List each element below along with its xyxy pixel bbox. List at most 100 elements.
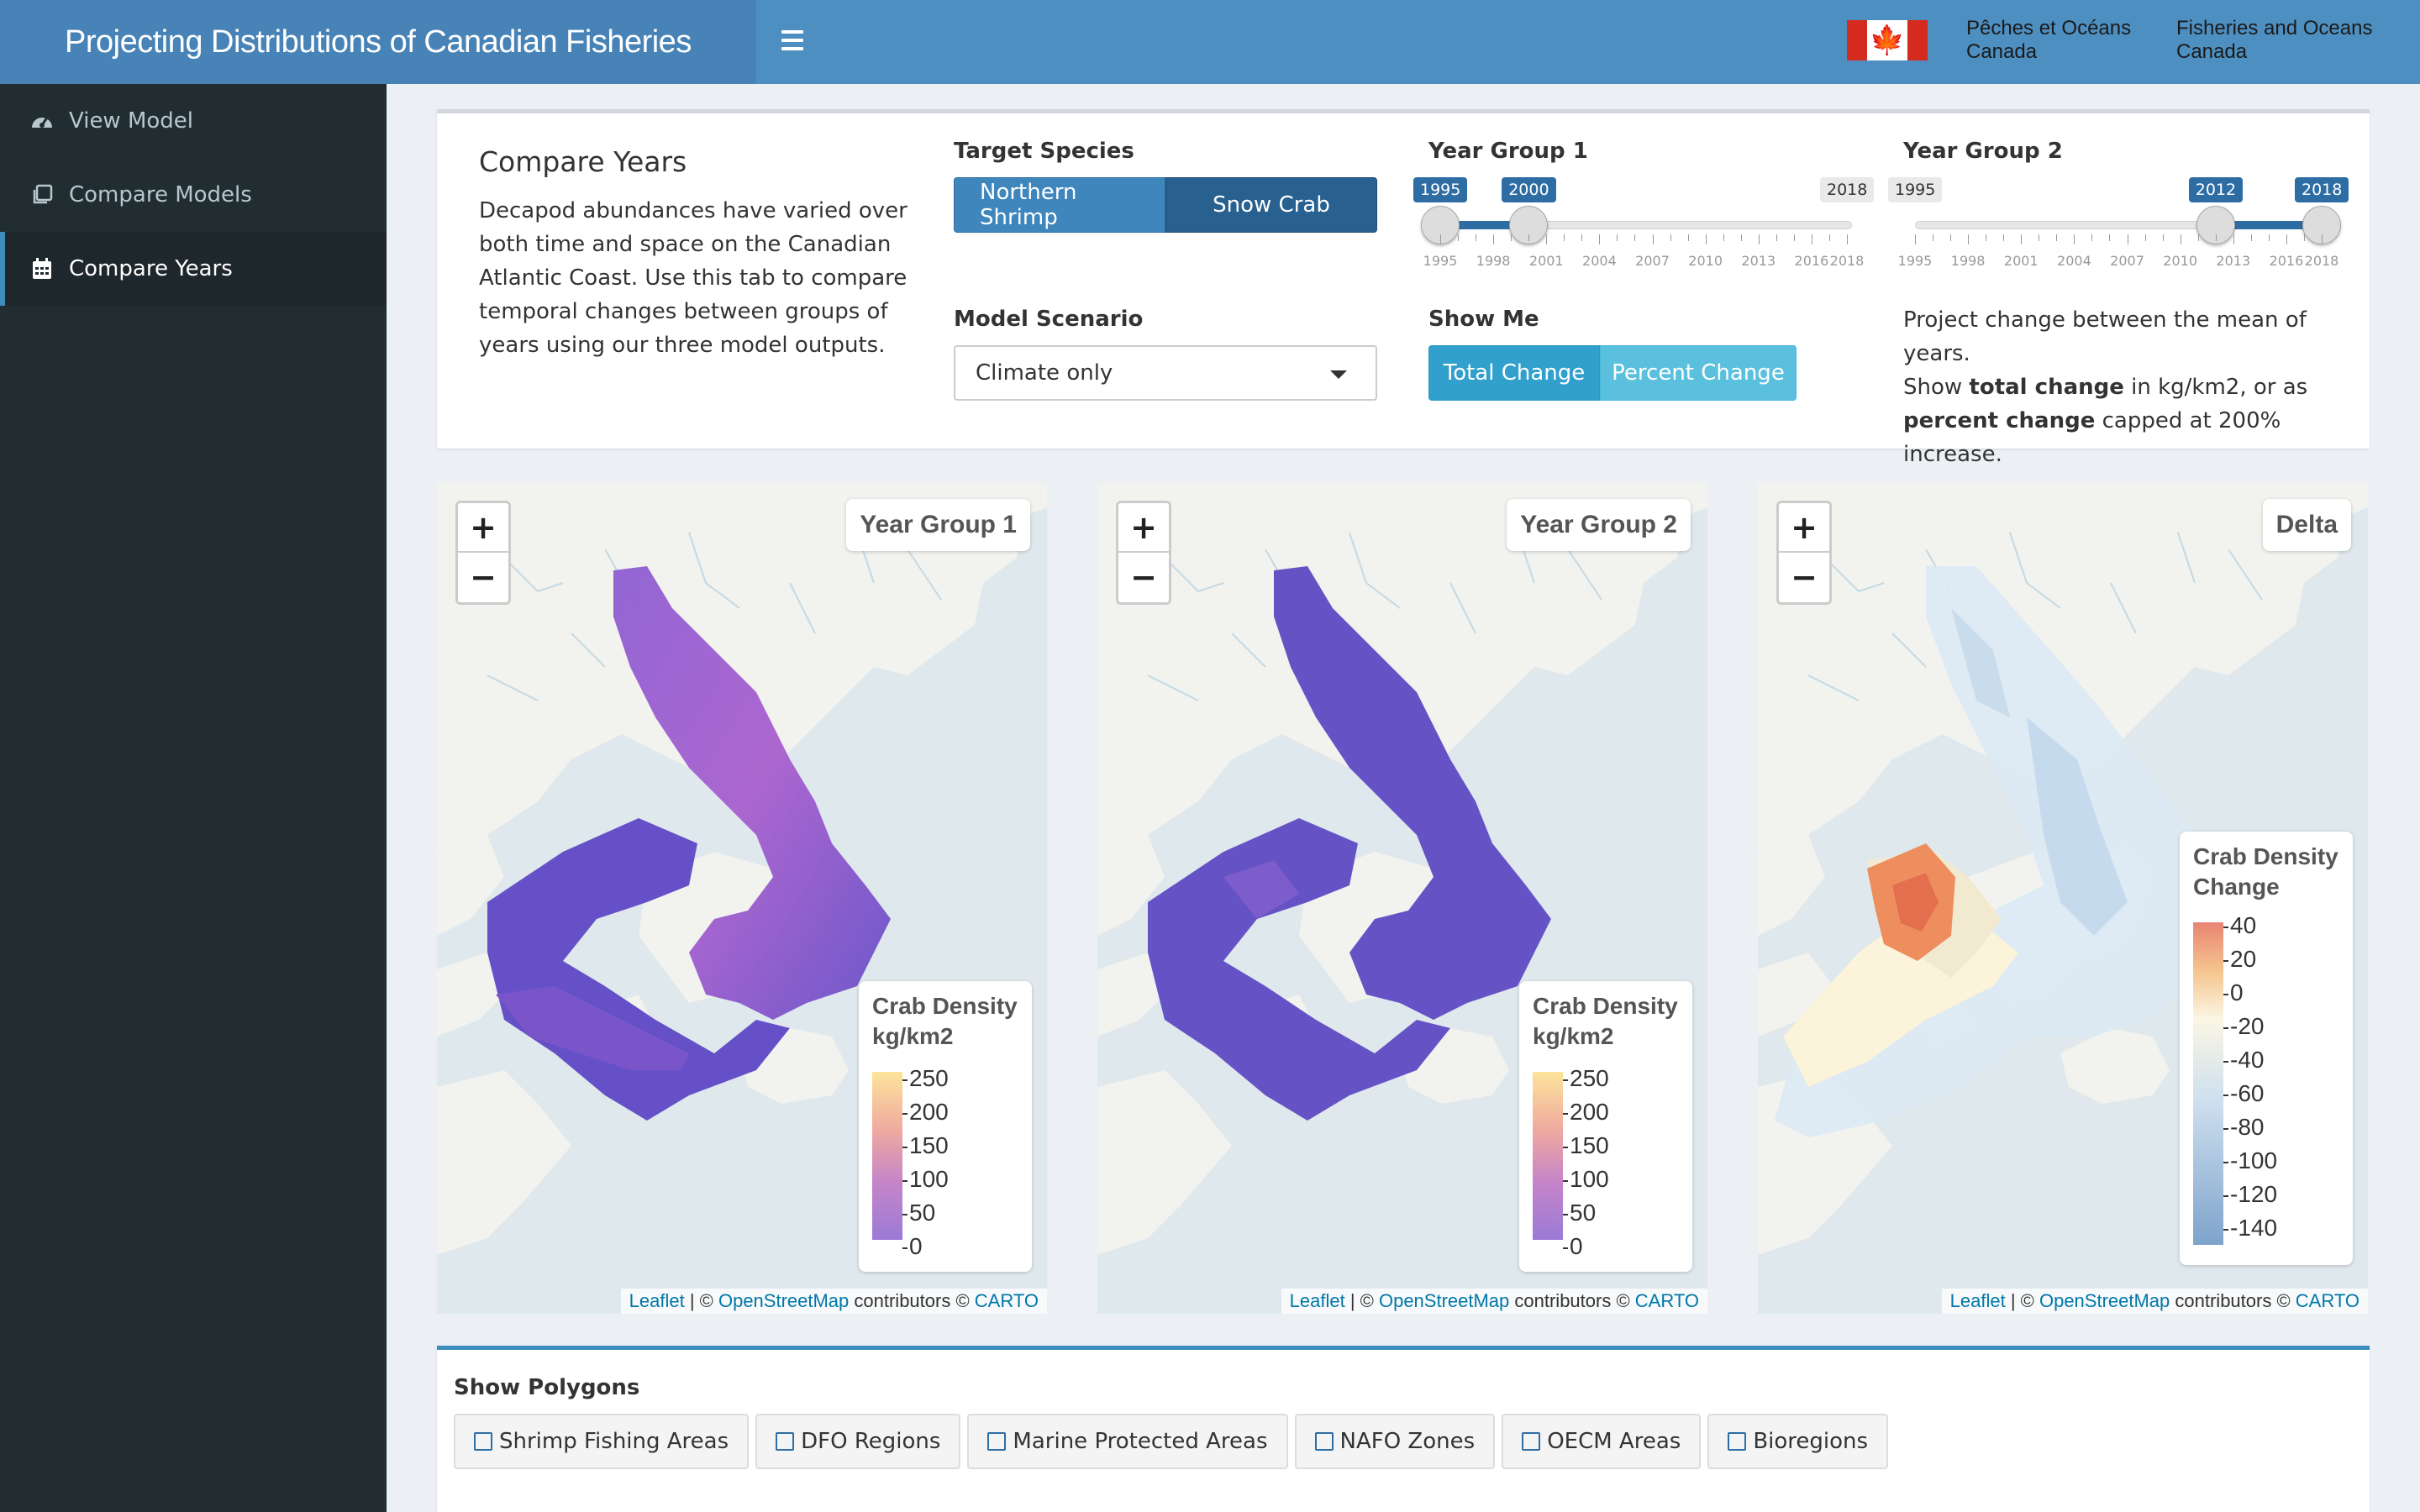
leaflet-link[interactable]: Leaflet (629, 1290, 685, 1311)
openstreetmap-link[interactable]: OpenStreetMap (718, 1290, 849, 1311)
polygon-option-shrimp-fishing-areas[interactable]: Shrimp Fishing Areas (454, 1414, 750, 1469)
map-attribution: Leaflet | © OpenStreetMap contributors ©… (1941, 1289, 2368, 1314)
polygon-option-label: Shrimp Fishing Areas (499, 1429, 729, 1454)
legend-label: 20 (2223, 946, 2256, 973)
map-delta[interactable]: + − Delta Crab Density Change 40 20 0 -20 -40… (1758, 482, 2368, 1314)
total-change-button[interactable]: Total Change (1428, 345, 1600, 401)
polygon-option-marine-protected-areas[interactable]: Marine Protected Areas (967, 1414, 1288, 1469)
model-scenario-value: Climate only (976, 360, 1113, 386)
legend-label: 150 (1563, 1132, 1609, 1159)
slider-tick-label: 2013 (2216, 253, 2251, 269)
polygon-option-oecm-areas[interactable]: OECM Areas (1502, 1414, 1702, 1469)
slider-tick-label: 2004 (2057, 253, 2091, 269)
slider-tick-label: 1998 (1476, 253, 1511, 269)
legend-label: 250 (902, 1065, 949, 1092)
year-group-2-slider[interactable]: 1995 2012 2018 1995 1998 2001 2004 2007 2010 2… (1888, 177, 2349, 278)
dfo-wordmark-en: Fisheries and Oceans Canada (2176, 17, 2373, 63)
year-group-1-label: Year Group 1 (1428, 139, 1588, 164)
slider-tick-label: 2016 (2269, 253, 2304, 269)
legend-label: -140 (2223, 1215, 2277, 1242)
snow-crab-button[interactable]: Snow Crab (1165, 177, 1377, 233)
legend-label: 200 (902, 1099, 949, 1126)
main-header: Projecting Distributions of Canadian Fis… (0, 0, 2420, 84)
map-year-group-2[interactable]: + − Year Group 2 Crab Density kg/km2 250 2… (1097, 482, 1707, 1314)
slider-max-label: 2018 (1820, 177, 1875, 202)
northern-shrimp-button[interactable]: Northern Shrimp (954, 177, 1165, 233)
zoom-out-button[interactable]: − (458, 553, 508, 602)
carto-link[interactable]: CARTO (2296, 1290, 2360, 1311)
sidebar-item-label: Compare Years (69, 256, 233, 281)
zoom-out-button[interactable]: − (1779, 553, 1829, 602)
legend-color-ramp (2193, 922, 2223, 1245)
slider-tick-label: 2018 (2304, 253, 2339, 269)
canada-flag-icon: 🍁 (1847, 20, 1928, 60)
year-group-2-label: Year Group 2 (1903, 139, 2063, 164)
sidebar-item-label: View Model (69, 108, 194, 134)
chevron-down-icon (1330, 370, 1347, 379)
zoom-in-button[interactable]: + (1779, 503, 1829, 553)
polygon-option-label: NAFO Zones (1339, 1429, 1476, 1454)
checkbox-icon[interactable] (987, 1432, 1007, 1451)
zoom-in-button[interactable]: + (458, 503, 508, 553)
map-legend: Crab Density kg/km2 250 200 150 100 50 0 (1519, 981, 1692, 1272)
openstreetmap-link[interactable]: OpenStreetMap (2039, 1290, 2170, 1311)
carto-link[interactable]: CARTO (1635, 1290, 1699, 1311)
slider-tick-label: 2018 (1829, 253, 1865, 269)
openstreetmap-link[interactable]: OpenStreetMap (1379, 1290, 1509, 1311)
legend-label: 100 (1563, 1166, 1609, 1193)
polygon-option-label: DFO Regions (801, 1429, 941, 1454)
checkbox-icon[interactable] (1728, 1432, 1747, 1451)
map-legend: Crab Density Change 40 20 0 -20 -40 -60 -80 -100… (2180, 832, 2353, 1265)
checkbox-icon[interactable] (1314, 1432, 1334, 1451)
slider-to-label: 2000 (1502, 177, 1556, 202)
year-group-1-slider[interactable]: 2018 1995 2000 1995 1998 2001 2004 2007 2010 2… (1413, 177, 1875, 278)
legend-label: -20 (2223, 1013, 2264, 1040)
intro-text: Decapod abundances have varied over both… (479, 198, 908, 358)
leaflet-link[interactable]: Leaflet (1290, 1290, 1345, 1311)
legend-color-ramp (1533, 1072, 1563, 1240)
target-species-label: Target Species (954, 139, 1134, 164)
legend-label: 100 (902, 1166, 949, 1193)
legend-label: 40 (2223, 912, 2256, 939)
sidebar-toggle-icon[interactable] (781, 30, 803, 52)
map-title: Year Group 1 (846, 499, 1030, 551)
checkbox-icon[interactable] (1522, 1432, 1541, 1451)
app-title[interactable]: Projecting Distributions of Canadian Fis… (0, 0, 756, 84)
sidebar-item-view-model[interactable]: View Model (0, 84, 387, 158)
show-me-label: Show Me (1428, 307, 1539, 332)
legend-label: 0 (1563, 1233, 1583, 1260)
sidebar-item-compare-models[interactable]: Compare Models (0, 158, 387, 232)
zoom-out-button[interactable]: − (1118, 553, 1169, 602)
polygon-option-nafo-zones[interactable]: NAFO Zones (1294, 1414, 1496, 1469)
slider-tick-label: 1998 (1950, 253, 1986, 269)
slider-tick-label: 2010 (1688, 253, 1723, 269)
legend-label: 250 (1563, 1065, 1609, 1092)
show-polygons-label: Show Polygons (454, 1375, 640, 1400)
show-polygons-box: Show Polygons Shrimp Fishing Areas DFO Re… (437, 1346, 2370, 1512)
legend-label: -100 (2223, 1147, 2277, 1174)
show-me-button-group: Total Change Percent Change (1428, 345, 1797, 401)
clone-icon (30, 183, 54, 207)
legend-label: -40 (2223, 1047, 2264, 1074)
polygon-option-bioregions[interactable]: Bioregions (1707, 1414, 1889, 1469)
model-scenario-select[interactable]: Climate only (954, 345, 1377, 401)
zoom-in-button[interactable]: + (1118, 503, 1169, 553)
checkbox-icon[interactable] (776, 1432, 795, 1451)
leaflet-link[interactable]: Leaflet (1950, 1290, 2006, 1311)
slider-tick-label: 2007 (2110, 253, 2144, 269)
calendar-icon (30, 257, 54, 281)
polygon-option-dfo-regions[interactable]: DFO Regions (755, 1414, 961, 1469)
map-title: Delta (2262, 499, 2351, 551)
polygon-option-label: Marine Protected Areas (1013, 1429, 1268, 1454)
checkbox-icon[interactable] (474, 1432, 492, 1451)
polygon-checkbox-group: Shrimp Fishing Areas DFO Regions Marine Pr… (454, 1414, 1895, 1469)
carto-link[interactable]: CARTO (975, 1290, 1039, 1311)
percent-change-button[interactable]: Percent Change (1600, 345, 1797, 401)
legend-label: -120 (2223, 1181, 2277, 1208)
sidebar-item-compare-years[interactable]: Compare Years (0, 232, 387, 306)
legend-color-ramp (872, 1072, 902, 1240)
legend-label: 50 (1563, 1200, 1596, 1226)
map-year-group-1[interactable]: + − Year Group 1 Crab Density kg/km2 250 2… (437, 482, 1047, 1314)
page-title: Compare Years (479, 145, 687, 178)
slider-tick-label: 2004 (1582, 253, 1617, 269)
